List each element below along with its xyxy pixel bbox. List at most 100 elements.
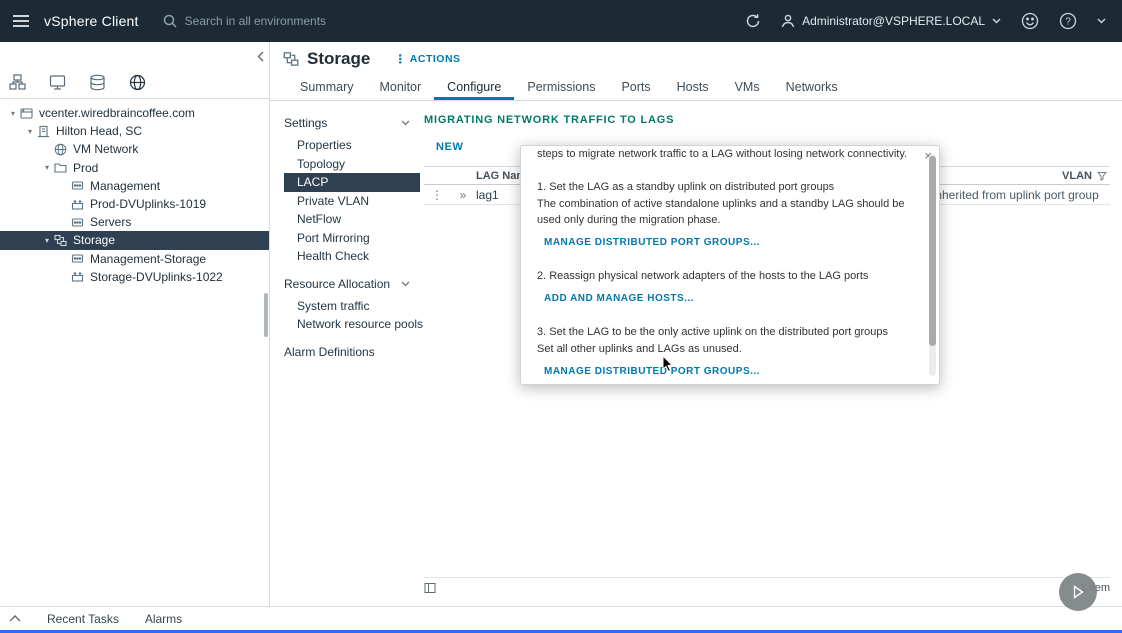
vms-templates-icon[interactable]: [49, 74, 66, 91]
topbar-actions: Administrator@VSPHERE.LOCAL ?: [745, 12, 1106, 30]
global-search[interactable]: [163, 14, 415, 28]
tree-item-storage[interactable]: ▾ Storage: [0, 231, 269, 249]
refresh-icon[interactable]: [745, 13, 761, 29]
nav-item-system-traffic[interactable]: System traffic: [284, 297, 420, 316]
chevron-down-icon: [401, 281, 410, 287]
tab-hosts[interactable]: Hosts: [664, 76, 722, 100]
portgroup-icon: [71, 216, 86, 229]
user-name: Administrator@VSPHERE.LOCAL: [802, 14, 985, 28]
user-menu[interactable]: Administrator@VSPHERE.LOCAL: [781, 14, 1001, 28]
nav-item-topology[interactable]: Topology: [284, 155, 420, 174]
step-3-title: 3. Set the LAG to be the only active upl…: [537, 324, 925, 340]
step-1-title: 1. Set the LAG as a standby uplink on di…: [537, 179, 925, 195]
help-menu[interactable]: ?: [1059, 12, 1077, 30]
uplink-portgroup-icon: [71, 270, 86, 283]
nav-item-health-check[interactable]: Health Check: [284, 247, 420, 266]
lag-migration-popup: steps to migrate network traffic to a LA…: [520, 145, 940, 385]
dvswitch-icon: [54, 234, 69, 247]
hosts-clusters-icon[interactable]: [9, 74, 26, 91]
tab-networks[interactable]: Networks: [773, 76, 851, 100]
feedback-icon[interactable]: [1021, 12, 1039, 30]
tab-monitor[interactable]: Monitor: [366, 76, 434, 100]
caret-down-icon[interactable]: ▾: [40, 163, 54, 172]
new-lag-button[interactable]: NEW: [436, 141, 463, 153]
dvswitch-icon: [283, 51, 299, 67]
tree-item-storage-dvuplinks[interactable]: Storage-DVUplinks-1022: [0, 268, 269, 286]
inventory-panel: ▾ vcenter.wiredbraincoffee.com ▾ Hilton …: [0, 42, 270, 606]
folder-icon: [54, 161, 69, 174]
bottom-panel-bar: Recent Tasks Alarms: [0, 606, 1122, 630]
alarms-tab[interactable]: Alarms: [145, 612, 182, 626]
nav-item-properties[interactable]: Properties: [284, 136, 420, 155]
vlan-cell: Inherited from uplink port group: [932, 188, 1110, 202]
object-tabs: Summary Monitor Configure Permissions Po…: [270, 76, 1122, 101]
chevron-down-icon[interactable]: [1097, 18, 1106, 24]
top-bar: vSphere Client Administrator@VSPHERE.LOC…: [0, 0, 1122, 42]
tree-item-servers[interactable]: Servers: [0, 213, 269, 231]
inventory-tree: ▾ vcenter.wiredbraincoffee.com ▾ Hilton …: [0, 99, 269, 286]
table-footer: 1 item: [424, 577, 1110, 597]
tree-item-vm-network[interactable]: VM Network: [0, 140, 269, 158]
nav-group-settings-header[interactable]: Settings: [284, 113, 420, 133]
storage-inventory-icon[interactable]: [89, 74, 106, 91]
nav-group-resource-allocation-header[interactable]: Resource Allocation: [284, 274, 420, 294]
svg-text:?: ?: [1065, 17, 1071, 28]
portgroup-icon: [71, 252, 86, 265]
tab-summary[interactable]: Summary: [287, 76, 366, 100]
caret-down-icon[interactable]: ▾: [6, 109, 20, 118]
nav-item-alarm-definitions[interactable]: Alarm Definitions: [284, 342, 420, 362]
ellipsis-icon: ⋮: [394, 54, 407, 64]
portgroup-icon: [71, 179, 86, 192]
step-1-description: The combination of active standalone upl…: [537, 196, 925, 228]
nav-item-private-vlan[interactable]: Private VLAN: [284, 192, 420, 211]
inventory-type-strip: [0, 42, 269, 99]
chevron-down-icon: [992, 18, 1001, 24]
popup-intro-text: steps to migrate network traffic to a LA…: [537, 146, 925, 162]
tree-scrollbar[interactable]: [264, 293, 268, 337]
add-and-manage-hosts-link[interactable]: ADD AND MANAGE HOSTS...: [544, 291, 925, 307]
vcenter-icon: [20, 107, 35, 120]
tree-item-datacenter[interactable]: ▾ Hilton Head, SC: [0, 122, 269, 140]
manage-distributed-port-groups-link-2[interactable]: MANAGE DISTRIBUTED PORT GROUPS...: [544, 364, 925, 380]
tree-item-management[interactable]: Management: [0, 177, 269, 195]
nav-item-netflow[interactable]: NetFlow: [284, 210, 420, 229]
tab-ports[interactable]: Ports: [608, 76, 663, 100]
tree-item-vcenter[interactable]: ▾ vcenter.wiredbraincoffee.com: [0, 104, 269, 122]
column-selector-icon[interactable]: [424, 582, 436, 594]
manage-distributed-port-groups-link[interactable]: MANAGE DISTRIBUTED PORT GROUPS...: [544, 235, 925, 251]
caret-down-icon[interactable]: ▾: [23, 127, 37, 136]
step-2-title: 2. Reassign physical network adapters of…: [537, 268, 925, 284]
recent-tasks-tab[interactable]: Recent Tasks: [47, 612, 119, 626]
page-title: Storage: [307, 49, 370, 69]
tree-item-prod-dvuplinks[interactable]: Prod-DVUplinks-1019: [0, 195, 269, 213]
networking-inventory-icon[interactable]: [129, 74, 146, 91]
search-icon: [163, 14, 177, 28]
actions-button[interactable]: ⋮ ACTIONS: [394, 53, 460, 65]
step-3-description: Set all other uplinks and LAGs as unused…: [537, 341, 925, 357]
tree-item-management-storage[interactable]: Management-Storage: [0, 250, 269, 268]
user-icon: [781, 14, 795, 28]
popup-scrollbar-thumb[interactable]: [929, 156, 936, 346]
nav-item-port-mirroring[interactable]: Port Mirroring: [284, 229, 420, 248]
section-title: MIGRATING NETWORK TRAFFIC TO LAGS: [424, 114, 1110, 126]
menu-icon[interactable]: [13, 15, 29, 27]
column-header-vlan[interactable]: VLAN: [932, 170, 1110, 182]
nav-item-network-resource-pools[interactable]: Network resource pools: [284, 315, 420, 334]
nav-item-lacp[interactable]: LACP: [284, 173, 420, 192]
collapse-panel-icon[interactable]: [257, 51, 264, 62]
uplink-portgroup-icon: [71, 198, 86, 211]
chevron-up-icon[interactable]: [9, 615, 21, 622]
tree-item-prod[interactable]: ▾ Prod: [0, 159, 269, 177]
datacenter-icon: [37, 125, 52, 138]
tab-permissions[interactable]: Permissions: [514, 76, 608, 100]
row-menu-icon[interactable]: ⋮: [424, 188, 450, 202]
caret-down-icon[interactable]: ▾: [40, 236, 54, 245]
filter-icon[interactable]: [1097, 171, 1107, 181]
search-input[interactable]: [185, 14, 415, 28]
app-title: vSphere Client: [44, 13, 139, 29]
network-icon: [54, 143, 69, 156]
row-expand-icon[interactable]: »: [450, 188, 476, 202]
tab-configure[interactable]: Configure: [434, 76, 514, 100]
chevron-down-icon: [401, 120, 410, 126]
tab-vms[interactable]: VMs: [722, 76, 773, 100]
